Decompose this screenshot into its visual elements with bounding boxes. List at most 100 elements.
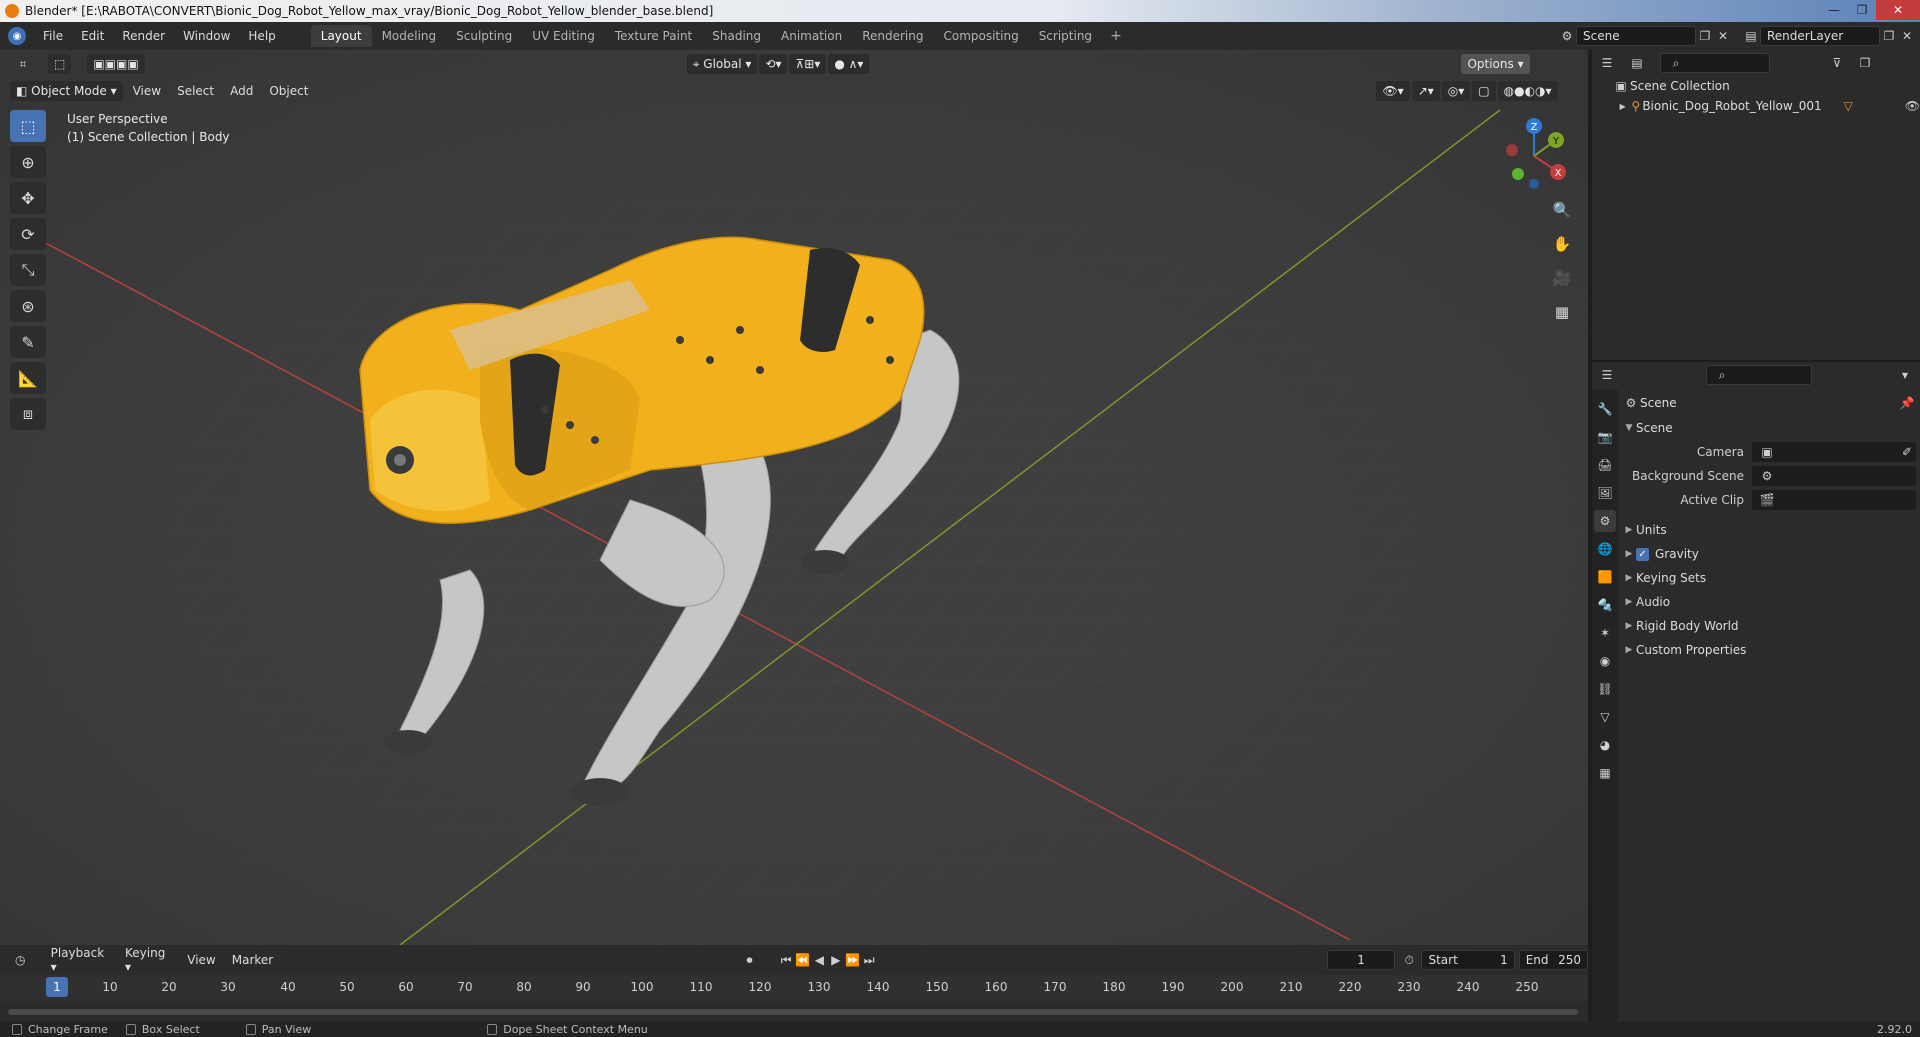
options-dropdown[interactable]: Options ▾: [1461, 54, 1530, 74]
menu-window[interactable]: Window: [174, 29, 239, 43]
panel-custom-properties[interactable]: ▶ Custom Properties: [1622, 638, 1916, 662]
menu-render[interactable]: Render: [113, 29, 174, 43]
menu-edit[interactable]: Edit: [72, 29, 113, 43]
stopwatch-icon[interactable]: ⏱: [1401, 951, 1418, 969]
current-frame-field[interactable]: 1: [1327, 950, 1395, 970]
jump-end-icon[interactable]: ⏭: [861, 951, 878, 969]
ortho-grid-icon[interactable]: ▦: [1548, 298, 1576, 326]
annotate-tool-icon[interactable]: ✎: [10, 326, 46, 358]
select-tool-icon[interactable]: ⬚: [48, 54, 72, 74]
xray-icon[interactable]: ▢: [1472, 81, 1496, 101]
timeline-menu-keying[interactable]: Keying ▾: [117, 946, 179, 974]
panel-audio[interactable]: ▶ Audio: [1622, 590, 1916, 614]
visibility-icon[interactable]: 👁▾: [1376, 81, 1410, 101]
panel-keying-sets[interactable]: ▶ Keying Sets: [1622, 566, 1916, 590]
gravity-checkbox[interactable]: ✓: [1636, 547, 1649, 561]
background-scene-field[interactable]: ⚙: [1752, 466, 1916, 486]
output-tab-icon[interactable]: 🖨: [1594, 454, 1616, 476]
panel-scene[interactable]: ▼ Scene: [1622, 416, 1916, 440]
camera-view-icon[interactable]: 🎥: [1548, 264, 1576, 292]
tab-layout[interactable]: Layout: [310, 25, 372, 47]
measure-tool-icon[interactable]: 📐: [10, 362, 46, 394]
properties-search-input[interactable]: ⌕: [1706, 365, 1812, 385]
timeline-menu-view[interactable]: View: [179, 953, 223, 967]
world-tab-icon[interactable]: 🌐: [1594, 538, 1616, 560]
timeline-scrollbar[interactable]: [8, 1009, 1578, 1015]
add-cube-tool-icon[interactable]: ⧈: [10, 398, 46, 430]
render-tab-icon[interactable]: 📷: [1594, 426, 1616, 448]
delete-layer-icon[interactable]: ✕: [1898, 27, 1916, 45]
maximize-icon[interactable]: ❐: [1848, 0, 1876, 20]
material-tab-icon[interactable]: ◕: [1594, 734, 1616, 756]
shading-mode-icons[interactable]: ◍●◐◑▾: [1497, 81, 1558, 101]
tab-uv-editing[interactable]: UV Editing: [522, 25, 605, 47]
properties-editor-icon[interactable]: ☰: [1598, 366, 1616, 384]
panel-gravity[interactable]: ▶ ✓ Gravity: [1622, 542, 1916, 566]
playhead[interactable]: 1: [46, 977, 68, 997]
scene-tab-icon[interactable]: ⚙: [1594, 510, 1616, 532]
tool-tab-icon[interactable]: 🔧: [1594, 398, 1616, 420]
particles-tab-icon[interactable]: ✶: [1594, 622, 1616, 644]
tab-scripting[interactable]: Scripting: [1029, 25, 1102, 47]
new-layer-icon[interactable]: ❐: [1880, 27, 1898, 45]
object-tab-icon[interactable]: 🟧: [1594, 566, 1616, 588]
viewport-menu-view[interactable]: View: [125, 84, 169, 98]
cursor-tool-icon[interactable]: ⊕: [10, 146, 46, 178]
tab-modeling[interactable]: Modeling: [372, 25, 447, 47]
outliner-row-scene-collection[interactable]: ▣ Scene Collection: [1592, 76, 1920, 96]
scale-tool-icon[interactable]: ⤡: [10, 254, 46, 286]
outliner-editor-icon[interactable]: ☰: [1598, 54, 1616, 72]
tab-texture-paint[interactable]: Texture Paint: [605, 25, 702, 47]
pan-hand-icon[interactable]: ✋: [1548, 230, 1576, 258]
end-frame-field[interactable]: End 250: [1518, 950, 1589, 970]
rotate-tool-icon[interactable]: ⟳: [10, 218, 46, 250]
scene-field[interactable]: Scene: [1576, 26, 1696, 46]
navigation-gizmo[interactable]: Z Y X: [1494, 114, 1574, 194]
timeline-ruler[interactable]: 1 10 20 30 40 50 60 70 80 90 100 110 120…: [0, 975, 1588, 1001]
play-reverse-icon[interactable]: ◀: [811, 951, 828, 969]
new-collection-icon[interactable]: ❐: [1856, 54, 1874, 72]
timeline-menu-marker[interactable]: Marker: [224, 953, 281, 967]
pin-icon[interactable]: 📌: [1898, 394, 1916, 412]
timeline-menu-playback[interactable]: Playback ▾: [43, 946, 117, 974]
texture-tab-icon[interactable]: ▦: [1594, 762, 1616, 784]
tab-compositing[interactable]: Compositing: [933, 25, 1028, 47]
zoom-icon[interactable]: 🔍: [1548, 196, 1576, 224]
expand-arrow-icon[interactable]: ▸: [1616, 97, 1629, 115]
proportional-edit-icon[interactable]: ● ∧▾: [828, 54, 870, 74]
delete-scene-icon[interactable]: ✕: [1714, 27, 1732, 45]
properties-options-icon[interactable]: ▾: [1896, 366, 1914, 384]
select-mode-icons[interactable]: ▣▣▣▣: [87, 54, 145, 74]
viewport-menu-select[interactable]: Select: [169, 84, 222, 98]
close-icon[interactable]: ✕: [1876, 0, 1920, 20]
panel-rigid-body-world[interactable]: ▶ Rigid Body World: [1622, 614, 1916, 638]
tab-shading[interactable]: Shading: [702, 25, 771, 47]
tab-sculpting[interactable]: Sculpting: [446, 25, 522, 47]
next-keyframe-icon[interactable]: ⏩: [844, 951, 861, 969]
outliner-row-object[interactable]: ▸ ⚲ Bionic_Dog_Robot_Yellow_001 ▽ 👁: [1592, 96, 1920, 116]
play-icon[interactable]: ▶: [828, 951, 845, 969]
3d-viewport[interactable]: ⌗ ⬚ ▣▣▣▣ ⌖ Global ▾ ⟲▾ ⊼⊞▾ ● ∧▾ Options …: [0, 50, 1588, 945]
outliner-search-input[interactable]: ⌕: [1660, 53, 1770, 73]
select-box-tool-icon[interactable]: ⬚: [10, 110, 46, 142]
data-tab-icon[interactable]: ▽: [1594, 706, 1616, 728]
view-layer-tab-icon[interactable]: 🖼: [1594, 482, 1616, 504]
gizmo-toggle-icon[interactable]: ↗▾: [1411, 81, 1440, 101]
modifier-tab-icon[interactable]: 🔩: [1594, 594, 1616, 616]
new-scene-icon[interactable]: ❐: [1696, 27, 1714, 45]
active-clip-field[interactable]: 🎬: [1752, 490, 1916, 510]
menu-file[interactable]: File: [34, 29, 72, 43]
render-layer-icon[interactable]: ▤: [1742, 27, 1760, 45]
overlay-toggle-icon[interactable]: ◎▾: [1441, 81, 1471, 101]
bionic-dog-robot-model[interactable]: [330, 170, 1190, 930]
render-layer-field[interactable]: RenderLayer: [1760, 26, 1880, 46]
viewport-menu-object[interactable]: Object: [261, 84, 316, 98]
eyedropper-icon[interactable]: ✐: [1898, 443, 1916, 461]
filter-icon[interactable]: ⊽: [1828, 54, 1846, 72]
physics-tab-icon[interactable]: ◉: [1594, 650, 1616, 672]
viewport-menu-add[interactable]: Add: [222, 84, 261, 98]
camera-field[interactable]: ▣ ✐: [1752, 442, 1916, 462]
scene-icon[interactable]: ⚙: [1558, 27, 1576, 45]
tab-rendering[interactable]: Rendering: [852, 25, 933, 47]
prev-keyframe-icon[interactable]: ⏪: [794, 951, 811, 969]
